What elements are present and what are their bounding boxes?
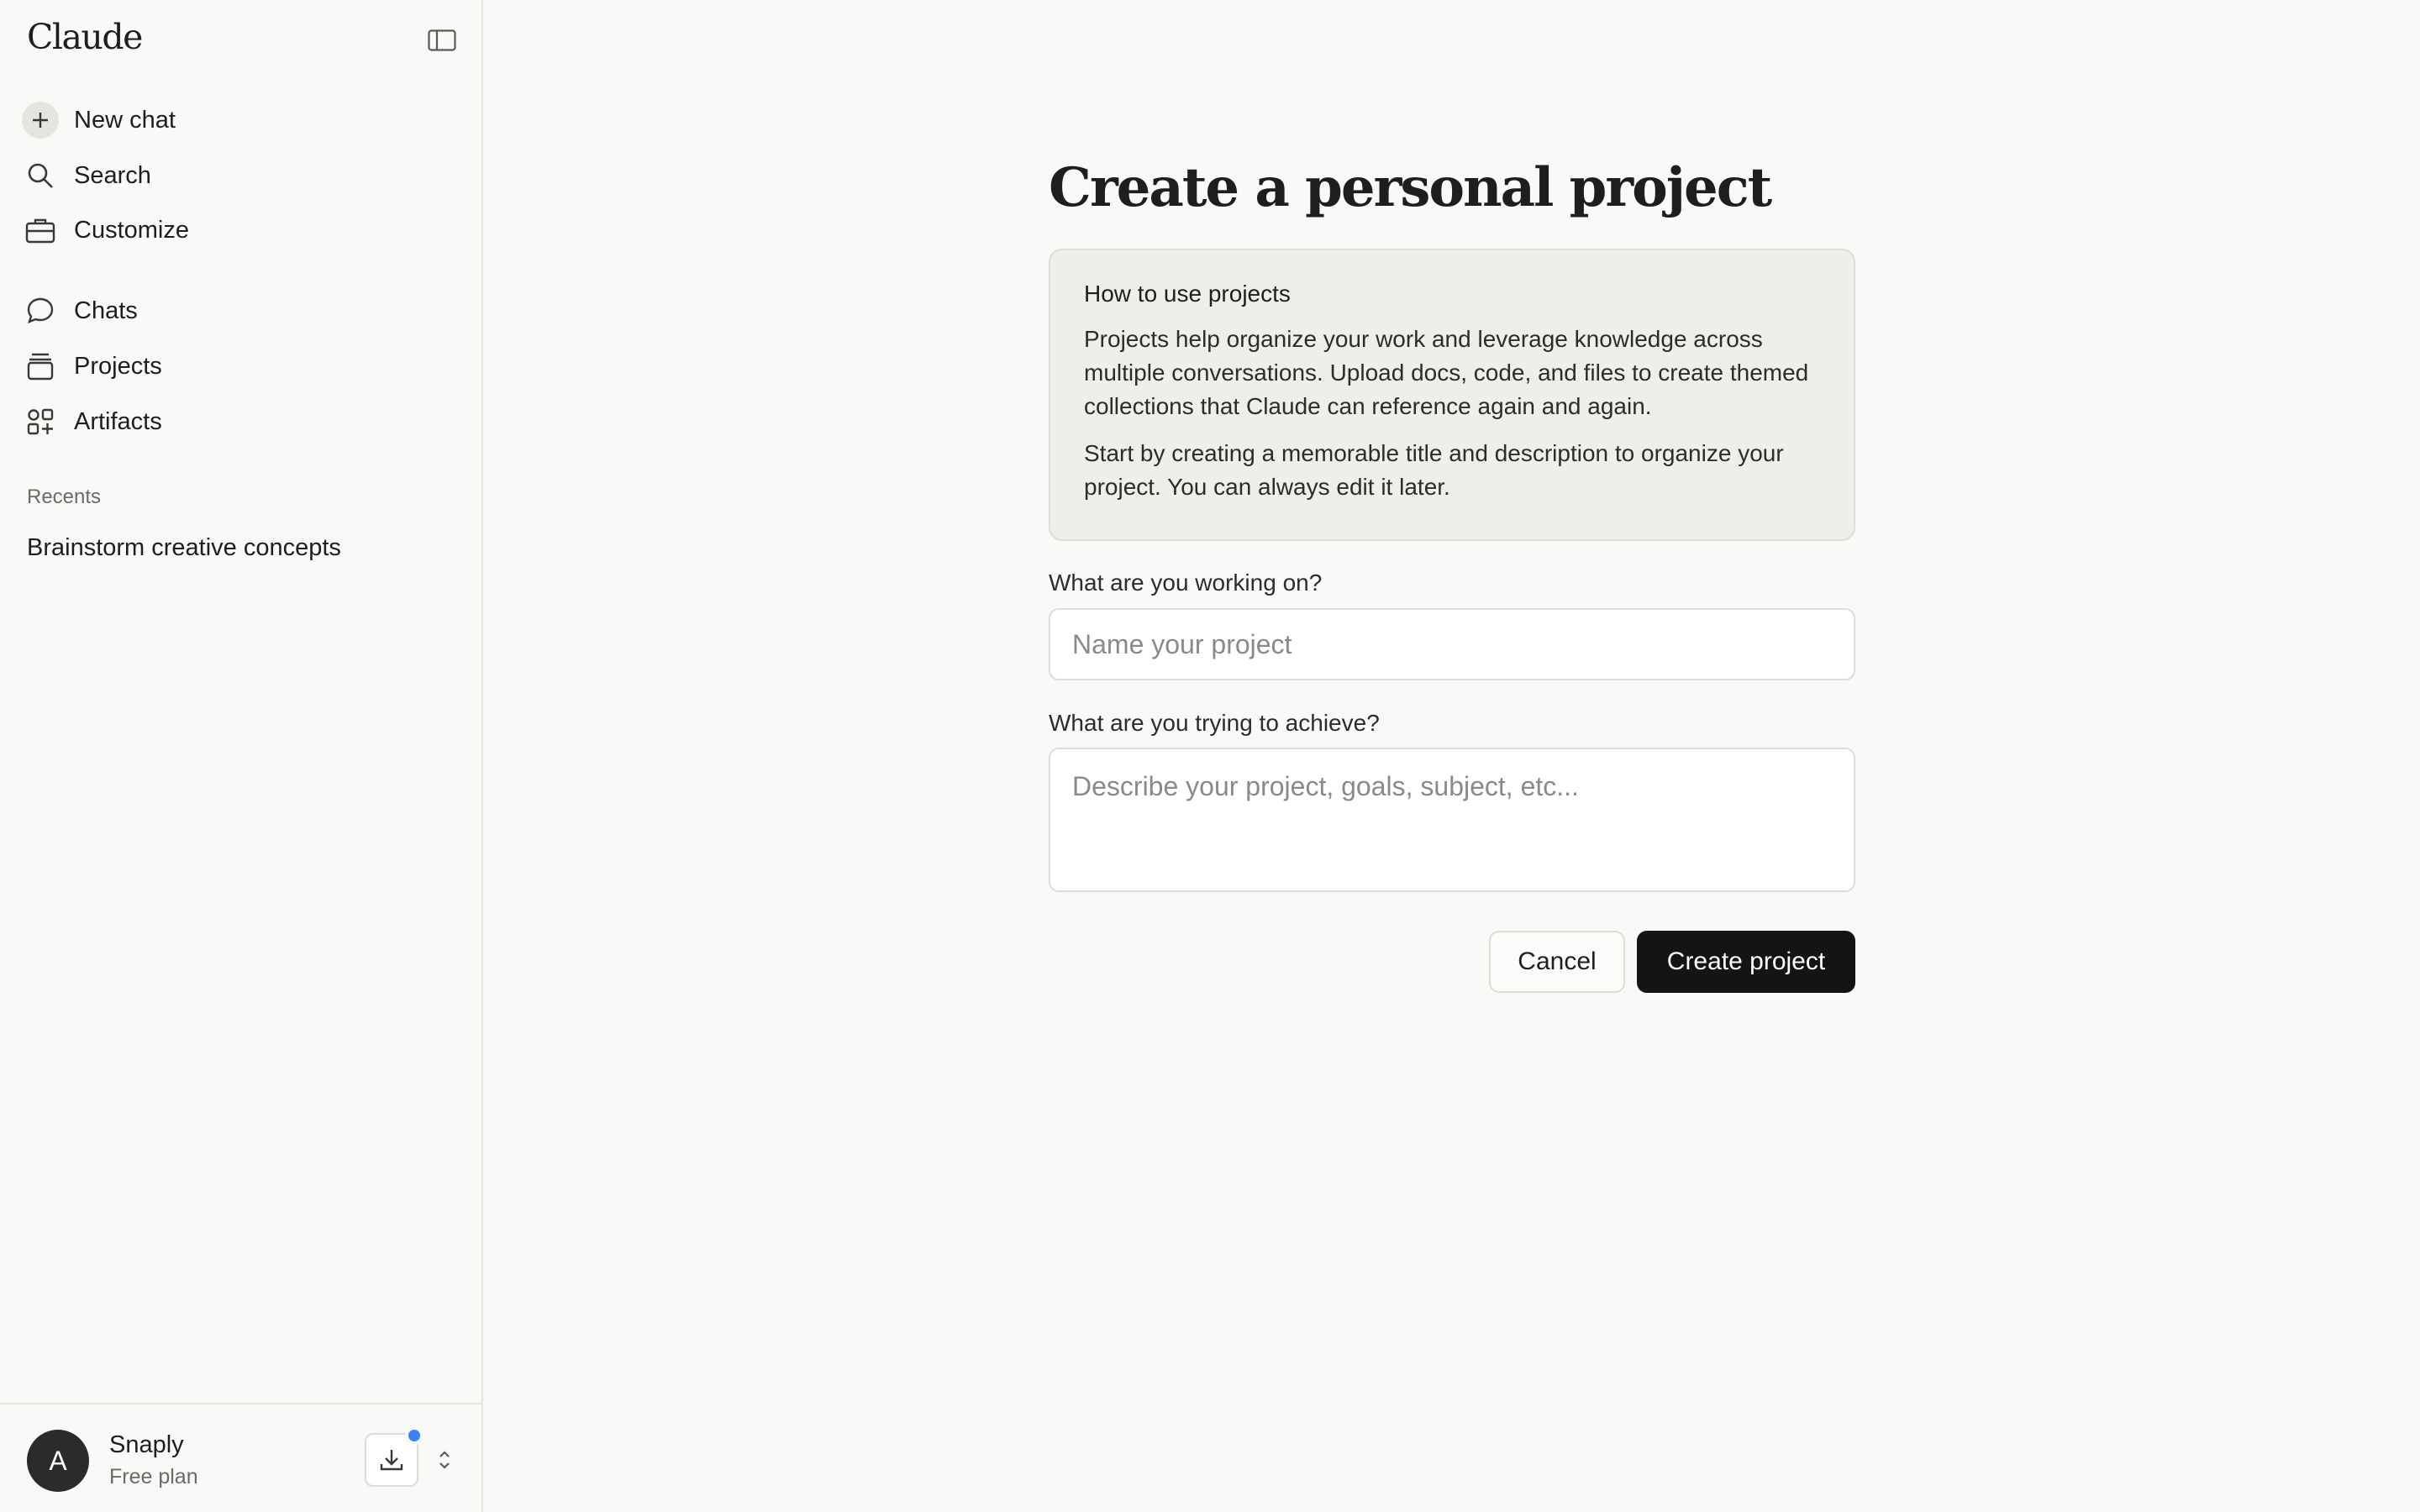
notification-dot bbox=[405, 1426, 424, 1445]
avatar[interactable]: A bbox=[27, 1430, 89, 1492]
customize-label: Customize bbox=[74, 216, 189, 244]
cancel-button[interactable]: Cancel bbox=[1489, 931, 1625, 993]
create-project-button[interactable]: Create project bbox=[1637, 931, 1855, 993]
sidebar-item-artifacts[interactable]: Artifacts bbox=[20, 398, 162, 445]
new-chat-label: New chat bbox=[74, 106, 176, 134]
project-name-label: What are you working on? bbox=[1049, 570, 1323, 596]
info-paragraph-1: Projects help organize your work and lev… bbox=[1084, 326, 1809, 419]
project-name-input[interactable] bbox=[1049, 608, 1855, 680]
project-description-input[interactable] bbox=[1049, 748, 1855, 892]
search-button[interactable]: Search bbox=[20, 152, 151, 199]
briefcase-icon bbox=[20, 210, 60, 250]
sidebar-item-chats[interactable]: Chats bbox=[20, 287, 138, 334]
customize-button[interactable]: Customize bbox=[20, 207, 189, 254]
folder-stack-icon bbox=[20, 346, 60, 386]
page-title: Create a personal project bbox=[1049, 156, 1772, 219]
user-plan: Free plan bbox=[109, 1465, 198, 1488]
recents-heading: Recents bbox=[27, 486, 102, 508]
how-to-use-projects-box: How to use projects Projects help organi… bbox=[1049, 249, 1855, 541]
recent-chat-item[interactable]: Brainstorm creative concepts bbox=[27, 534, 341, 562]
sidebar-item-projects[interactable]: Projects bbox=[20, 343, 162, 390]
plus-icon bbox=[22, 102, 59, 139]
projects-label: Projects bbox=[74, 352, 162, 380]
info-paragraph-2: Start by creating a memorable title and … bbox=[1084, 440, 1784, 500]
info-heading: How to use projects bbox=[1084, 281, 1291, 307]
artifacts-grid-icon bbox=[20, 402, 60, 442]
chevron-up-down-icon bbox=[439, 1451, 450, 1469]
chats-label: Chats bbox=[74, 297, 138, 324]
project-description-label: What are you trying to achieve? bbox=[1049, 710, 1380, 736]
user-name: Snaply bbox=[109, 1431, 184, 1458]
search-label: Search bbox=[74, 161, 151, 189]
download-icon bbox=[380, 1450, 403, 1471]
sidebar-toggle-icon bbox=[428, 29, 456, 51]
claude-logo[interactable]: Claude bbox=[27, 17, 143, 57]
user-menu-toggle[interactable] bbox=[432, 1445, 457, 1475]
sidebar: Claude New chat Search Customize Chats P… bbox=[0, 0, 483, 1512]
artifacts-label: Artifacts bbox=[74, 407, 162, 435]
search-icon bbox=[20, 155, 60, 196]
new-chat-button[interactable]: New chat bbox=[20, 97, 176, 144]
chat-bubble-icon bbox=[20, 291, 60, 331]
sidebar-toggle-button[interactable] bbox=[424, 25, 460, 55]
user-menu[interactable]: A Snaply Free plan bbox=[0, 1403, 483, 1512]
